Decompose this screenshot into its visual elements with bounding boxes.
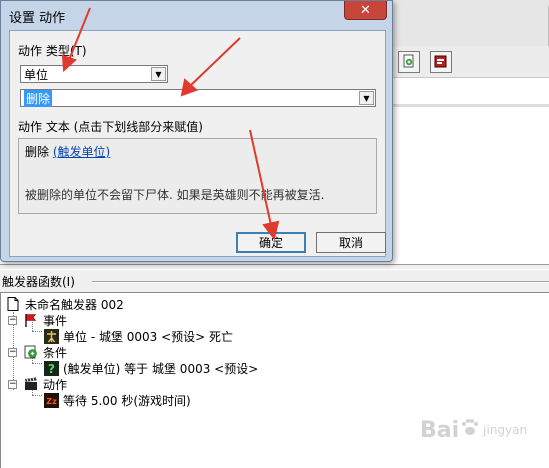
collapse-actions-toggle[interactable]: − [8, 380, 17, 389]
action-text-box: 删除 (触发单位) 被删除的单位不会留下尸体. 如果是英雄则不能再被复活. [18, 138, 377, 214]
svg-text:?: ? [48, 362, 55, 376]
trigger-name: 未命名触发器 002 [25, 297, 124, 312]
action-item-label: 等待 5.00 秒(游戏时间) [63, 393, 191, 408]
action-category-value: 单位 [24, 67, 49, 82]
close-icon: ✕ [360, 2, 371, 18]
trigger-functions-label: 触发器函数(I) [2, 274, 75, 289]
tree-actions[interactable]: 动作 [23, 376, 67, 392]
action-function-select[interactable]: 删除 ▼ [20, 89, 376, 107]
question-icon: ? [43, 360, 59, 376]
red-flag-icon [23, 312, 39, 328]
svg-text:Zz: Zz [46, 397, 57, 406]
actions-label: 动作 [43, 377, 68, 392]
new-condition-button[interactable] [398, 51, 420, 73]
paw-icon [459, 416, 481, 444]
tree-line [32, 363, 42, 364]
action-description: 被删除的单位不会留下尸体. 如果是英雄则不能再被复活. [25, 188, 325, 202]
event-item[interactable]: 单位 - 城堡 0003 <预设> 死亡 [43, 328, 233, 344]
events-label: 事件 [43, 313, 68, 328]
new-action-icon [434, 54, 448, 71]
wait-icon: Zz [43, 392, 59, 408]
watermark-text: Bai [420, 417, 460, 443]
tree-line [32, 395, 42, 396]
tree-conditions[interactable]: 条件 [23, 344, 67, 360]
action-text-prefix: 删除 [25, 145, 53, 159]
tree-events[interactable]: 事件 [23, 312, 67, 328]
watermark-suffix: jingyan [483, 423, 528, 437]
unit-event-icon [43, 328, 59, 344]
new-condition-icon [402, 54, 416, 71]
action-text-line: 删除 (触发单位) [25, 143, 110, 160]
document-icon [5, 296, 21, 312]
action-type-label: 动作 类型(T) [18, 44, 87, 58]
collapse-events-toggle[interactable]: − [8, 316, 17, 325]
tree-line [32, 331, 42, 332]
chevron-down-icon[interactable]: ▼ [151, 67, 166, 81]
action-function-value: 删除 [24, 89, 53, 107]
header-divider [92, 281, 549, 283]
condition-item[interactable]: ? (触发单位) 等于 城堡 0003 <预设> [43, 360, 258, 376]
clapper-icon [23, 376, 39, 392]
tree-root[interactable]: 未命名触发器 002 [5, 296, 124, 312]
new-action-button[interactable] [430, 51, 452, 73]
chevron-down-icon[interactable]: ▼ [359, 91, 374, 105]
action-text-label: 动作 文本 (点击下划线部分来赋值) [18, 120, 203, 134]
event-item-label: 单位 - 城堡 0003 <预设> 死亡 [63, 329, 234, 344]
cancel-button[interactable]: 取消 [316, 232, 386, 253]
conditions-label: 条件 [43, 345, 68, 360]
action-item[interactable]: Zz 等待 5.00 秒(游戏时间) [43, 392, 191, 408]
set-action-dialog: 设置 动作 ✕ 动作 类型(T) 单位 ▼ 删除 ▼ 动作 文本 (点击下划线部… [0, 0, 393, 262]
dialog-body: 动作 类型(T) 单位 ▼ 删除 ▼ 动作 文本 (点击下划线部分来赋值) 删除… [9, 30, 386, 257]
collapse-conditions-toggle[interactable]: − [8, 348, 17, 357]
close-button[interactable]: ✕ [344, 1, 387, 20]
condition-icon [23, 344, 39, 360]
triggering-unit-link[interactable]: (触发单位) [53, 145, 110, 159]
editor-toolbar [390, 46, 549, 78]
dialog-title: 设置 动作 [9, 11, 66, 26]
action-category-select[interactable]: 单位 ▼ [20, 65, 168, 83]
condition-item-label: (触发单位) 等于 城堡 0003 <预设> [63, 361, 259, 376]
panel-divider [390, 104, 549, 107]
ok-button[interactable]: 确定 [236, 232, 306, 253]
watermark: Bai jingyan [420, 410, 540, 450]
